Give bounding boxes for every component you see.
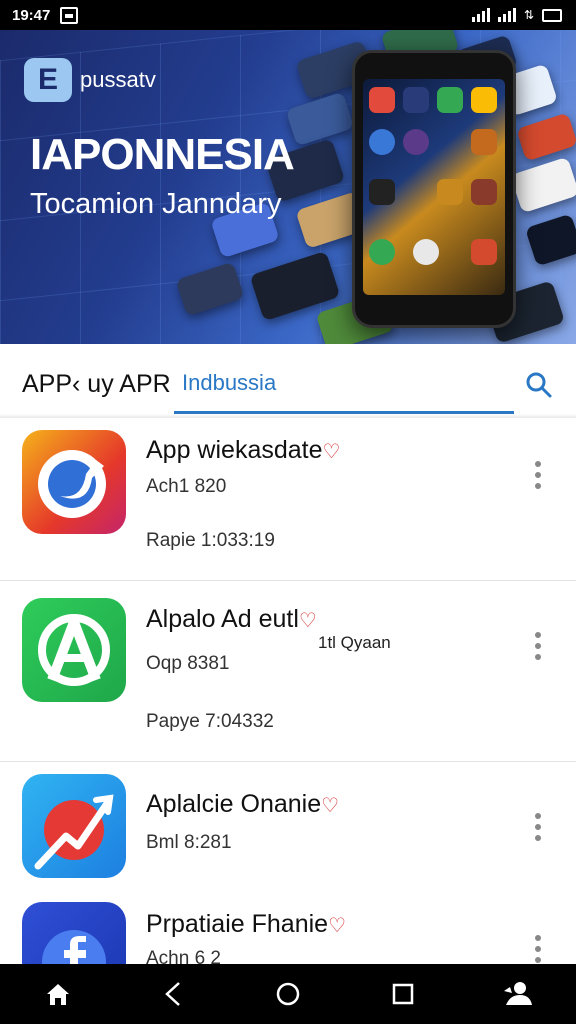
search-input[interactable]: Indbussia xyxy=(182,370,276,396)
search-bar: APP‹ uy APR Indbussia xyxy=(0,344,576,418)
phone-app-icon xyxy=(369,239,395,265)
list-item[interactable]: Alpalo Ad eutl♡ 1tl Qyaan Oqp 8381 Papye… xyxy=(0,581,576,762)
app-icon xyxy=(22,598,126,702)
list-item[interactable]: App wiekasdate♡ Ach1 820 Rapie 1:033:19 xyxy=(0,418,576,581)
assistant-button[interactable] xyxy=(498,974,538,1014)
phone-illustration xyxy=(352,50,516,328)
app-extra-label: 1tl Qyaan xyxy=(318,633,391,652)
signal-icon-2 xyxy=(497,8,516,22)
app-title: Prpatiaie Fhanie♡ xyxy=(146,910,346,939)
home-icon xyxy=(46,984,69,1005)
app-subtitle: Ach1 820 xyxy=(146,476,227,497)
phone-app-icon xyxy=(437,179,463,205)
app-title: Alpalo Ad eutl♡ xyxy=(146,605,317,634)
phone-app-icon xyxy=(369,129,395,155)
heart-icon: ♡ xyxy=(321,795,340,817)
circle-home-icon xyxy=(276,982,300,1006)
data-icon: ⇅ xyxy=(523,8,534,22)
recents-button[interactable] xyxy=(383,974,423,1014)
app-icon xyxy=(22,774,126,878)
phone-app-icon xyxy=(403,129,429,155)
heart-icon: ♡ xyxy=(298,610,317,632)
logo-name: pussatv xyxy=(80,67,156,92)
app-icon xyxy=(22,430,126,534)
promo-banner[interactable]: E pussatv IAPONNESIA Tocamion Janndary xyxy=(0,30,576,344)
heart-icon: ♡ xyxy=(322,441,341,463)
notification-icon xyxy=(60,6,79,24)
app-subtitle: Bml 8:281 xyxy=(146,832,232,853)
phone-app-icon xyxy=(413,239,439,265)
brand-logo: E pussatv xyxy=(24,58,156,102)
phone-app-icon xyxy=(471,179,497,205)
signal-icon xyxy=(471,8,490,22)
app-title-text: App wiekasdate xyxy=(146,436,323,464)
app-title: Aplalcie Onanie♡ xyxy=(146,790,339,819)
list-item[interactable]: Prpatiaie Fhanie♡ Achn 6 2 xyxy=(0,892,576,964)
search-icon xyxy=(526,372,552,398)
more-options-button[interactable] xyxy=(528,458,548,492)
app-icon xyxy=(22,902,126,964)
phone-app-icon xyxy=(471,87,497,113)
trend-arrow-icon xyxy=(34,794,114,870)
recents-icon xyxy=(392,983,414,1005)
phone-app-icon xyxy=(403,87,429,113)
app-subtitle: Achn 6 2 xyxy=(146,948,221,964)
app-meta: Papye 7:04332 xyxy=(146,711,274,732)
facebook-style-icon xyxy=(42,930,106,964)
status-time: 19:47 xyxy=(12,6,51,24)
more-options-button[interactable] xyxy=(528,810,548,844)
phone-app-icon xyxy=(369,87,395,113)
search-button[interactable] xyxy=(524,370,554,400)
more-options-button[interactable] xyxy=(528,932,548,964)
overview-home-button[interactable] xyxy=(268,974,308,1014)
letter-a-icon xyxy=(38,614,110,686)
status-bar: 19:47 ⇅ xyxy=(0,0,576,30)
swirl-icon xyxy=(38,450,106,518)
banner-subtitle: Tocamion Janndary xyxy=(30,188,282,220)
home-button[interactable] xyxy=(38,974,78,1014)
back-icon xyxy=(164,982,180,1006)
list-item[interactable]: Aplalcie Onanie♡ Bml 8:281 xyxy=(0,762,576,892)
app-title-text: Alpalo Ad eutl xyxy=(146,605,299,633)
back-button[interactable] xyxy=(153,974,193,1014)
heart-icon: ♡ xyxy=(328,915,346,937)
phone-app-icon xyxy=(437,87,463,113)
phone-app-icon xyxy=(471,129,497,155)
more-options-button[interactable] xyxy=(528,629,548,663)
system-navigation-bar xyxy=(0,964,576,1024)
battery-icon xyxy=(542,8,562,22)
app-title-text: Prpatiaie Fhanie xyxy=(146,910,329,938)
app-title-text: Aplalcie Onanie xyxy=(146,790,322,818)
search-label: APP‹ uy APR xyxy=(22,370,171,398)
banner-title: IAPONNESIA xyxy=(30,130,295,179)
app-title: App wiekasdate♡ xyxy=(146,436,340,465)
app-meta: Rapie 1:033:19 xyxy=(146,530,275,551)
logo-mark: E xyxy=(24,58,72,102)
phone-app-icon xyxy=(471,239,497,265)
app-subtitle: Oqp 8381 xyxy=(146,653,230,674)
phone-app-icon xyxy=(369,179,395,205)
phone-screen xyxy=(363,79,505,295)
person-icon xyxy=(504,982,533,1005)
